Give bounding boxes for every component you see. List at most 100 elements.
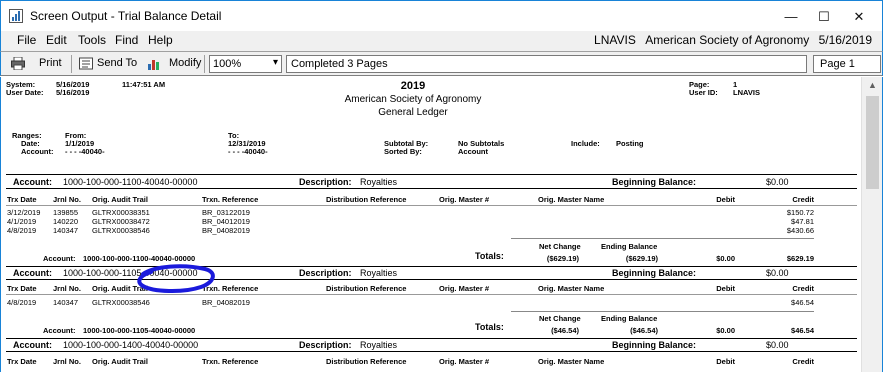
divider	[511, 238, 814, 239]
menu-find[interactable]: Find	[115, 33, 138, 47]
chevron-down-icon: ▾	[272, 57, 278, 68]
row-credit: $46.54	[791, 298, 814, 307]
menu-tools[interactable]: Tools	[78, 33, 106, 47]
row-credit: $150.72	[786, 208, 814, 217]
beginning-balance: $0.00	[766, 268, 789, 278]
window-title: Screen Output - Trial Balance Detail	[30, 9, 222, 23]
ending-balance-label: Ending Balance	[601, 242, 658, 251]
row-ref: BR_04082019	[202, 298, 250, 307]
debit-total: $0.00	[716, 326, 735, 335]
report-org: American Society of Agronomy	[344, 94, 482, 105]
divider	[511, 311, 814, 312]
account-number: 1000-100-000-1400-40040-00000	[63, 340, 199, 350]
account-label: Account:	[13, 177, 52, 187]
beginning-balance: $0.00	[766, 177, 789, 187]
account-description: Royalties	[360, 177, 398, 187]
description-label: Description:	[299, 268, 352, 278]
debit-total: $0.00	[716, 254, 735, 263]
col-debit: Debit	[716, 284, 735, 293]
col-orig-master-no: Orig. Master #	[439, 284, 490, 293]
row-date: 4/1/2019	[7, 217, 37, 226]
col-orig-master-name: Orig. Master Name	[538, 357, 605, 366]
from-account: - - - -40040-	[65, 147, 105, 156]
menu-help[interactable]: Help	[148, 33, 173, 47]
row-credit: $430.66	[786, 226, 814, 235]
scroll-up-icon[interactable]: ▲	[862, 77, 883, 94]
account-range-label: Account:	[21, 147, 54, 156]
sorted-by: Account	[458, 147, 488, 156]
zoom-select[interactable]: 100% ▾	[209, 55, 282, 73]
account-label: Account:	[13, 340, 52, 350]
row-jrnl: 140347	[53, 298, 79, 307]
account-label: Account:	[13, 268, 52, 278]
col-orig-audit: Orig. Audit Trail	[92, 195, 148, 204]
col-debit: Debit	[716, 195, 735, 204]
col-orig-master-name: Orig. Master Name	[538, 284, 605, 293]
send-to-button[interactable]: Send To	[97, 57, 137, 69]
row-date: 4/8/2019	[7, 298, 37, 307]
row-ref: BR_04012019	[202, 217, 250, 226]
beginning-balance-label: Beginning Balance:	[612, 177, 697, 187]
col-dist-ref: Distribution Reference	[326, 195, 407, 204]
divider	[6, 266, 857, 267]
footer-account-number: 1000-100-000-1105-40040-00000	[83, 326, 196, 335]
title-bar: Screen Output - Trial Balance Detail — ☐…	[0, 0, 883, 32]
divider	[6, 338, 857, 339]
menu-file[interactable]: File	[17, 33, 36, 47]
close-icon[interactable]: ✕	[836, 1, 882, 32]
net-change-value: ($629.19)	[546, 254, 579, 263]
divider	[6, 174, 857, 175]
net-change-label: Net Change	[539, 314, 581, 323]
modify-icon	[148, 60, 159, 70]
completion-status: Completed 3 Pages	[286, 55, 807, 73]
row-jrnl: 140220	[53, 217, 79, 226]
footer-account-label: Account:	[43, 326, 76, 335]
toolbar-separator	[71, 55, 72, 73]
row-ref: BR_04082019	[202, 226, 250, 235]
ending-balance-value: ($629.19)	[625, 254, 658, 263]
col-credit: Credit	[792, 195, 814, 204]
toolbar: Print Send To Modify 100% ▾ Completed 3 …	[0, 51, 883, 76]
col-orig-master-no: Orig. Master #	[439, 357, 490, 366]
include-label: Include:	[571, 139, 600, 148]
menu-bar: File Edit Tools Find Help LNAVIS America…	[0, 31, 883, 51]
row-audit: GLTRX00038472	[92, 217, 150, 226]
include-value: Posting	[616, 139, 644, 148]
beginning-balance-label: Beginning Balance:	[612, 340, 697, 350]
footer-account-label: Account:	[43, 254, 76, 263]
status-company: American Society of Agronomy	[645, 33, 810, 47]
row-jrnl: 140347	[53, 226, 79, 235]
scroll-thumb[interactable]	[866, 96, 879, 189]
col-debit: Debit	[716, 357, 735, 366]
beginning-balance-label: Beginning Balance:	[612, 268, 697, 278]
ending-balance-label: Ending Balance	[601, 314, 658, 323]
row-audit: GLTRX00038546	[92, 226, 150, 235]
divider	[6, 294, 857, 295]
row-audit: GLTRX00038351	[92, 208, 150, 217]
printer-icon	[11, 57, 25, 70]
user-id-label: User ID:	[689, 88, 718, 97]
net-change-label: Net Change	[539, 242, 581, 251]
col-orig-master-name: Orig. Master Name	[538, 195, 605, 204]
col-orig-audit: Orig. Audit Trail	[92, 357, 148, 366]
status-date: 5/16/2019	[818, 33, 872, 47]
ending-balance-value: ($46.54)	[630, 326, 658, 335]
report-ledger: General Ledger	[378, 107, 448, 118]
divider	[6, 351, 857, 352]
account-number: 1000-100-000-1100-40040-00000	[63, 177, 198, 187]
col-orig-master-no: Orig. Master #	[439, 195, 490, 204]
vertical-scrollbar[interactable]: ▲	[861, 77, 883, 372]
row-jrnl: 139855	[53, 208, 79, 217]
row-audit: GLTRX00038546	[92, 298, 150, 307]
menu-edit[interactable]: Edit	[46, 33, 67, 47]
modify-button[interactable]: Modify	[169, 57, 201, 69]
col-trx-date: Trx Date	[7, 357, 37, 366]
col-jrnl-no: Jrnl No.	[53, 284, 81, 293]
zoom-value: 100%	[213, 58, 242, 70]
description-label: Description:	[299, 177, 352, 187]
col-jrnl-no: Jrnl No.	[53, 195, 81, 204]
print-button[interactable]: Print	[39, 57, 62, 69]
col-credit: Credit	[792, 284, 814, 293]
report-viewer[interactable]: System: 5/16/2019 11:47:51 AM User Date:…	[0, 77, 861, 372]
beginning-balance: $0.00	[766, 340, 789, 350]
